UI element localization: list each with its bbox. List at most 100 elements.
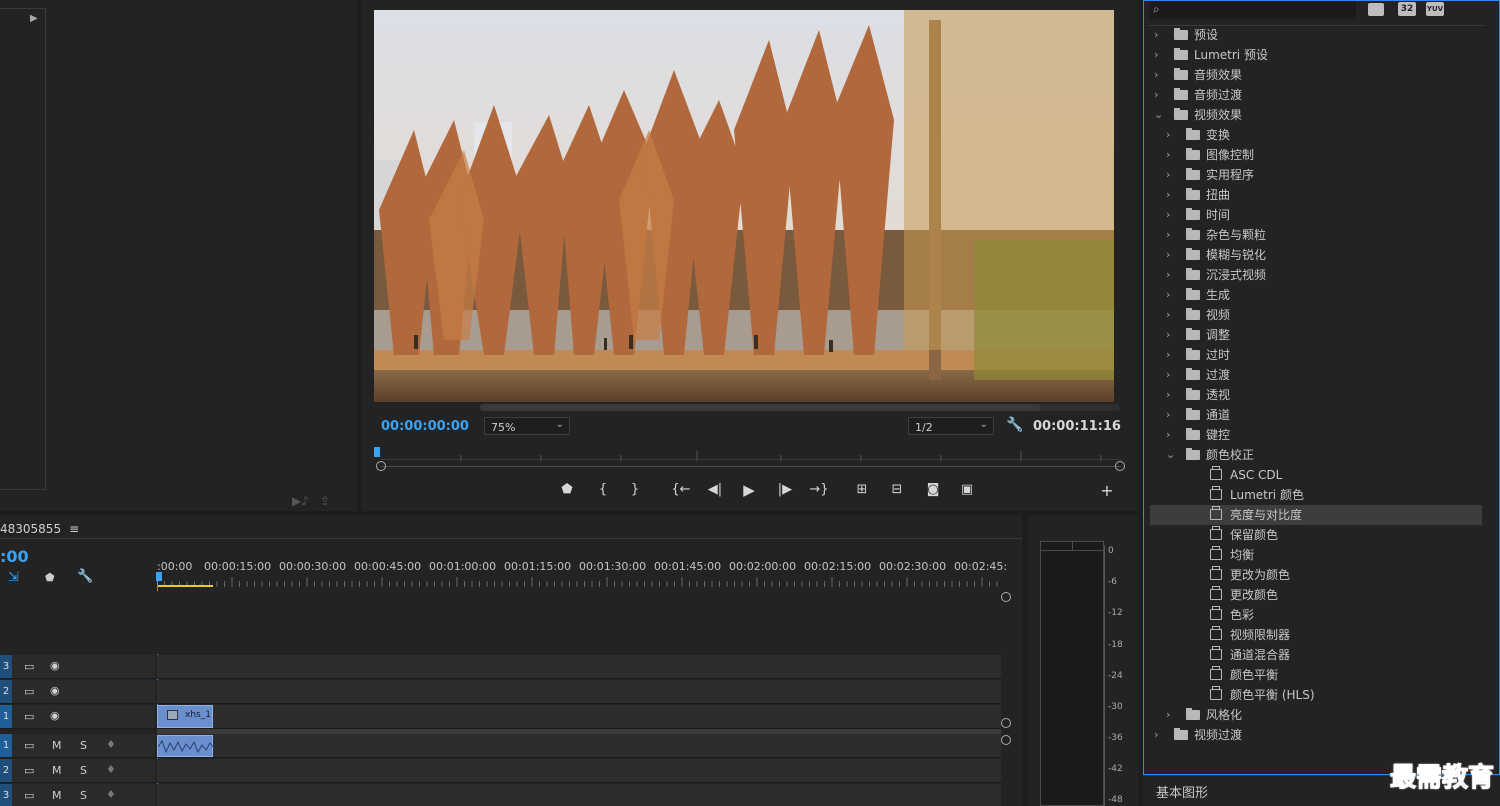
zoom-handle-left[interactable] — [376, 461, 386, 471]
chevron-right-icon[interactable]: › — [1154, 85, 1166, 105]
effects-folder[interactable]: › 杂色与颗粒 — [1150, 225, 1482, 245]
microphone-icon[interactable]: ♦ — [106, 788, 116, 801]
effects-folder[interactable]: ⌄ 颜色校正 — [1150, 445, 1482, 465]
effect-item[interactable]: 视频限制器 — [1150, 625, 1482, 645]
chevron-right-icon[interactable]: › — [1166, 345, 1178, 365]
video-track-3[interactable] — [157, 655, 1001, 679]
film-icon[interactable]: ▭ — [24, 685, 34, 698]
audio-clip[interactable] — [157, 735, 215, 757]
effects-folder[interactable]: › 键控 — [1150, 425, 1482, 445]
chevron-right-icon[interactable]: › — [1166, 125, 1178, 145]
step-forward-icon[interactable]: |▶ — [774, 482, 796, 497]
vertical-scroll-handle[interactable] — [1001, 592, 1011, 602]
film-icon[interactable]: ▭ — [24, 764, 34, 777]
effects-folder[interactable]: › 视频 — [1150, 305, 1482, 325]
vertical-scroll-handle[interactable] — [1001, 735, 1011, 745]
export-icon[interactable]: ⇪ — [320, 494, 330, 508]
chevron-right-icon[interactable]: › — [1166, 365, 1178, 385]
chevron-right-icon[interactable]: › — [1166, 225, 1178, 245]
effect-item[interactable]: 颜色平衡 — [1150, 665, 1482, 685]
chevron-right-icon[interactable]: › — [1166, 305, 1178, 325]
empty-track-area[interactable] — [157, 591, 1001, 654]
effects-folder[interactable]: › 通道 — [1150, 405, 1482, 425]
audio-track-header-2[interactable]: 2 ▭ M S ♦ — [0, 759, 155, 783]
solo-button[interactable]: S — [80, 764, 87, 777]
effects-folder[interactable]: › 图像控制 — [1150, 145, 1482, 165]
zoom-handle-right[interactable] — [1115, 461, 1125, 471]
solo-button[interactable]: S — [80, 739, 87, 752]
mute-button[interactable]: M — [52, 764, 62, 777]
effects-folder[interactable]: › 音频过渡 — [1150, 85, 1482, 105]
vertical-scroll-handle[interactable] — [1001, 718, 1011, 728]
resolution-select[interactable]: 1/2 ⌄ — [908, 417, 994, 435]
panel-menu-icon[interactable]: ≡ — [69, 522, 79, 536]
video-track-2[interactable] — [157, 680, 1001, 704]
chevron-down-icon[interactable]: ⌄ — [1166, 445, 1178, 465]
chevron-right-icon[interactable]: › — [1154, 725, 1166, 745]
step-back-icon[interactable]: ◀| — [704, 482, 726, 497]
chevron-right-icon[interactable]: › — [1166, 705, 1178, 725]
monitor-time-ruler[interactable] — [381, 450, 1121, 461]
wrench-icon[interactable]: 🔧 — [1006, 417, 1023, 433]
insert-icon[interactable]: ▶♪ — [292, 494, 309, 508]
current-timecode[interactable]: 00:00:00:00 — [381, 419, 469, 434]
effects-folder[interactable]: › 音频效果 — [1150, 65, 1482, 85]
essential-graphics-tab[interactable]: 基本图形 — [1156, 782, 1208, 801]
chevron-right-icon[interactable]: › — [1166, 185, 1178, 205]
go-to-in-icon[interactable]: {← — [670, 482, 692, 497]
audio-track-3[interactable] — [157, 784, 1001, 806]
effects-folder[interactable]: › 透视 — [1150, 385, 1482, 405]
audio-track-header-1[interactable]: 1 ▭ M S ♦ — [0, 734, 155, 758]
film-icon[interactable]: ▭ — [24, 789, 34, 802]
chevron-right-icon[interactable]: › — [1154, 45, 1166, 65]
audio-track-1[interactable] — [157, 734, 1001, 758]
effects-folder[interactable]: › 视频过渡 — [1150, 725, 1482, 745]
effect-item[interactable]: 更改为颜色 — [1150, 565, 1482, 585]
effect-item[interactable]: Lumetri 颜色 — [1150, 485, 1482, 505]
video-track-1[interactable] — [157, 705, 1001, 729]
lift-icon[interactable]: ⊞ — [851, 482, 873, 497]
effect-item[interactable]: 亮度与对比度 — [1150, 505, 1482, 525]
monitor-scrollbar[interactable] — [480, 404, 1120, 411]
effects-folder[interactable]: › 过时 — [1150, 345, 1482, 365]
film-icon[interactable]: ▭ — [24, 710, 34, 723]
mute-button[interactable]: M — [52, 789, 62, 802]
play-icon[interactable]: ▶ — [738, 481, 760, 499]
chevron-right-icon[interactable]: › — [1166, 165, 1178, 185]
chevron-down-icon[interactable]: ⌄ — [1154, 105, 1166, 125]
effects-folder[interactable]: › 时间 — [1150, 205, 1482, 225]
effects-folder[interactable]: › 预设 — [1150, 25, 1482, 45]
effects-folder[interactable]: ⌄ 视频效果 — [1150, 105, 1482, 125]
effect-item[interactable]: 均衡 — [1150, 545, 1482, 565]
video-clip[interactable]: xhs_1 — [157, 705, 213, 728]
add-button-icon[interactable]: + — [1096, 481, 1118, 500]
chevron-right-icon[interactable]: › — [1166, 385, 1178, 405]
solo-button[interactable]: S — [80, 789, 87, 802]
accelerated-effects-icon[interactable] — [1368, 3, 1384, 16]
expand-arrow-icon[interactable]: ▶ — [30, 13, 38, 24]
effects-folder[interactable]: › 实用程序 — [1150, 165, 1482, 185]
work-area-bar[interactable] — [157, 585, 213, 587]
effects-folder[interactable]: › Lumetri 预设 — [1150, 45, 1482, 65]
effect-item[interactable]: 颜色平衡 (HLS) — [1150, 685, 1482, 705]
settings-wrench-icon[interactable]: 🔧 — [77, 569, 93, 584]
video-track-header-1[interactable]: 1 ▭ ◉ — [0, 705, 155, 729]
effect-item[interactable]: ASC CDL — [1150, 465, 1482, 485]
effects-folder[interactable]: › 调整 — [1150, 325, 1482, 345]
effects-folder[interactable]: › 扭曲 — [1150, 185, 1482, 205]
zoom-select[interactable]: 75% ⌄ — [484, 417, 570, 435]
zoom-bar[interactable] — [381, 466, 1121, 467]
chevron-right-icon[interactable]: › — [1166, 145, 1178, 165]
effect-item[interactable]: 更改颜色 — [1150, 585, 1482, 605]
effects-folder[interactable]: › 变换 — [1150, 125, 1482, 145]
32bit-effects-icon[interactable]: 32 — [1398, 2, 1416, 16]
mark-in-icon[interactable]: { — [592, 482, 614, 497]
add-marker-icon[interactable]: ⬟ — [556, 482, 578, 497]
microphone-icon[interactable]: ♦ — [106, 763, 116, 776]
go-to-out-icon[interactable]: →} — [808, 482, 830, 497]
timeline-playhead-head[interactable] — [156, 572, 162, 581]
sequence-tab[interactable]: 48305855 ≡ — [0, 522, 79, 536]
effects-folder[interactable]: › 风格化 — [1150, 705, 1482, 725]
film-icon[interactable]: ▭ — [24, 739, 34, 752]
audio-track-2[interactable] — [157, 759, 1001, 783]
